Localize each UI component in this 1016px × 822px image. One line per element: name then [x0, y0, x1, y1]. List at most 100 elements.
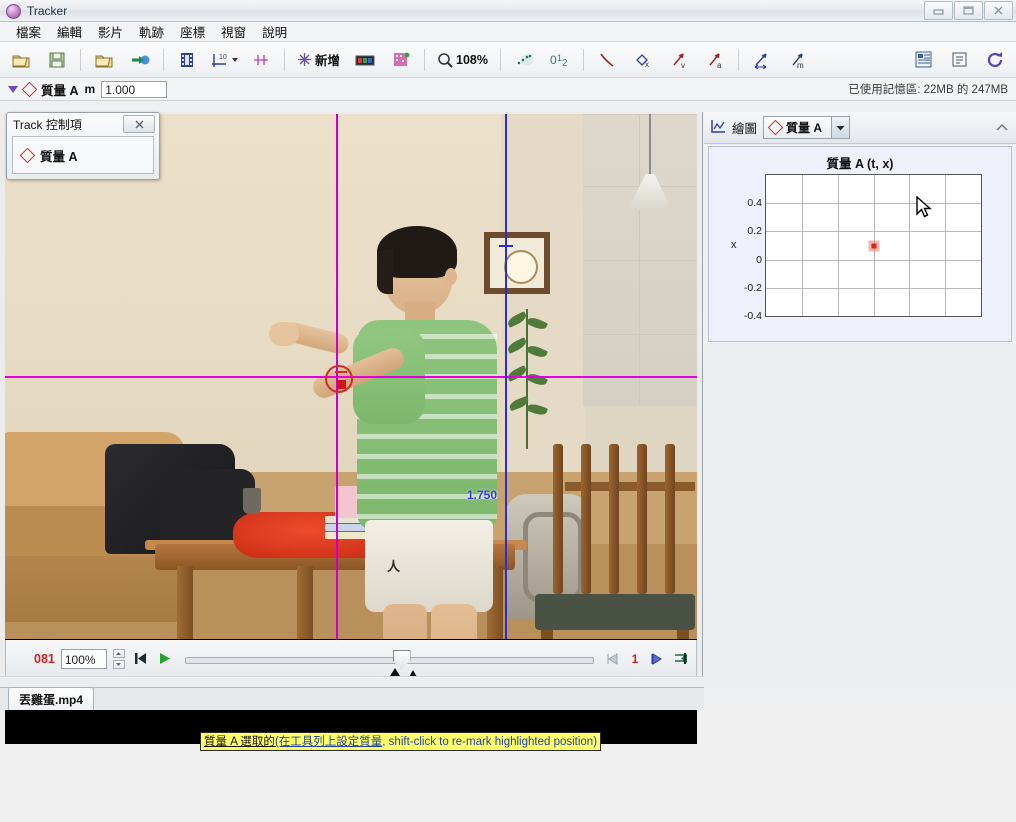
chart-ytick-4: -0.4 [743, 310, 762, 322]
close-icon[interactable] [984, 1, 1013, 20]
go-to-start-button[interactable] [131, 649, 149, 669]
chart-ytick-1: 0.2 [747, 225, 762, 238]
plot-track-name: 質量 A [786, 121, 823, 135]
notes-icon[interactable] [942, 45, 976, 75]
calibration-icon[interactable] [244, 45, 278, 75]
calibration-tick [499, 245, 513, 247]
video-zoom-input[interactable]: 100% [60, 648, 107, 669]
zoom-value-label: 108% [456, 52, 488, 67]
plot-collapse-icon[interactable] [994, 120, 1010, 136]
step-size-label[interactable]: 1 [628, 652, 642, 666]
video-image[interactable]: 人 1.750 [5, 114, 697, 639]
window-title: Tracker [27, 3, 68, 18]
video-scene: 人 1.750 [5, 114, 697, 639]
maximize-icon[interactable] [954, 1, 983, 20]
zoom-control[interactable]: 108% [431, 45, 494, 75]
video-panel: 人 1.750 質量 A 選取的(在工具列上設定質量, shift-click … [0, 112, 703, 751]
chart-title: 質量 A (t, x) [826, 157, 894, 171]
diamond-icon [21, 81, 38, 97]
video-filmstrip-icon[interactable] [170, 45, 204, 75]
wooden-chair [525, 444, 695, 639]
mass-vector-icon[interactable]: m [781, 45, 815, 75]
zoom-stepper-up[interactable] [112, 648, 125, 658]
position-vector-icon[interactable]: x [626, 45, 660, 75]
timeline-track[interactable] [184, 656, 594, 664]
svg-text:v: v [681, 61, 685, 69]
menu-file[interactable]: 檔案 [8, 20, 49, 43]
expander-triangle-icon[interactable] [8, 85, 18, 93]
new-track-label: 新增 [315, 54, 341, 68]
chart-ytick-3: -0.2 [743, 281, 762, 294]
mass-input[interactable]: 1.000 [101, 80, 168, 98]
chevron-down-icon[interactable] [831, 117, 850, 138]
track-control-close-icon[interactable] [123, 115, 155, 133]
svg-text:0: 0 [550, 53, 557, 67]
timeline-thumb[interactable] [392, 649, 411, 670]
track-properties-row: 質量 A m 1.000 已使用記憶區: 22MB 的 247MB [0, 78, 1016, 101]
numbers-icon[interactable]: 012 [543, 45, 577, 75]
menu-track[interactable]: 軌跡 [131, 20, 172, 43]
chevron-down-icon[interactable] [232, 57, 238, 62]
chart-ytick-0: 0.4 [747, 197, 762, 210]
svg-text:2: 2 [562, 58, 568, 68]
memory-usage-label: 已使用記憶區: 22MB 的 247MB [848, 84, 1008, 96]
svg-text:a: a [717, 61, 722, 69]
plot-area[interactable]: 質量 A (t, x) x 0.4 0.2 0 -0.2 -0.4 [708, 146, 1012, 342]
track-control-item[interactable]: 質量 A [12, 136, 154, 174]
video-zoom-stepper[interactable] [112, 648, 125, 669]
step-back-button[interactable] [604, 649, 622, 669]
autotracker-icon[interactable] [384, 45, 418, 75]
zoom-stepper-down[interactable] [112, 659, 125, 669]
velocity-vector-icon[interactable]: v [662, 45, 696, 75]
chart-ylabel: x [731, 239, 737, 251]
position-marker[interactable] [337, 380, 346, 389]
plot-track-selector[interactable]: 質量 A [763, 116, 851, 139]
export-icon[interactable] [123, 45, 157, 75]
loop-button[interactable] [672, 649, 690, 669]
acceleration-vector-icon[interactable]: a [698, 45, 732, 75]
calibration-line[interactable] [505, 114, 507, 639]
svg-text:10: 10 [219, 54, 227, 61]
chart-data-point[interactable] [868, 240, 879, 251]
track-control-track-name: 質量 A [40, 149, 78, 164]
menu-window[interactable]: 視窗 [213, 20, 254, 43]
menu-help[interactable]: 說明 [254, 20, 295, 43]
open-library-icon[interactable] [87, 45, 121, 75]
mouse-cursor [916, 195, 934, 223]
chart-plot-grid[interactable]: 0.4 0.2 0 -0.2 -0.4 [744, 174, 982, 322]
refresh-icon[interactable] [978, 45, 1012, 75]
play-button[interactable] [155, 649, 173, 669]
stretch-vector-icon[interactable] [745, 45, 779, 75]
menu-bar: 檔案 編輯 影片 軌跡 座標 視窗 說明 [0, 22, 1016, 42]
axes-icon[interactable]: 10 [206, 45, 242, 75]
menu-video[interactable]: 影片 [90, 20, 131, 43]
track-visibility-icon[interactable] [348, 45, 382, 75]
main-toolbar: 10 新增 108% 012 x v a m [0, 42, 1016, 78]
diamond-icon [19, 147, 36, 163]
track-name-label: 質量 A [41, 83, 79, 98]
file-tab[interactable]: 丟雞蛋.mp4 [8, 687, 95, 710]
title-bar: Tracker [0, 0, 1016, 22]
data-table-icon[interactable] [906, 45, 940, 75]
track-control-panel: Track 控制項 質量 A [6, 112, 160, 180]
video-timeline-slider[interactable] [184, 649, 594, 677]
save-icon[interactable] [40, 45, 74, 75]
file-tab-bar: 丟雞蛋.mp4 [0, 687, 704, 710]
menu-edit[interactable]: 編輯 [49, 20, 90, 43]
tooltip-part-3: , shift-click to re-mark highlighted pos… [382, 736, 598, 748]
diamond-icon [767, 119, 784, 136]
minimize-icon[interactable] [924, 1, 953, 20]
step-forward-button[interactable] [648, 649, 666, 669]
timeline-marker-in[interactable] [390, 667, 401, 676]
tracker-application-window: Tracker 檔案 編輯 影片 軌跡 座標 視窗 說明 10 新增 108% … [0, 0, 1016, 751]
frame-number-label: 081 [34, 651, 55, 666]
curve-icon[interactable] [590, 45, 624, 75]
open-folder-icon[interactable] [4, 45, 38, 75]
window-buttons [923, 1, 1016, 20]
menu-coords[interactable]: 座標 [172, 20, 213, 43]
svg-text:m: m [797, 61, 804, 69]
tracker-ball-icon [5, 3, 21, 19]
new-track-button[interactable]: 新增 [291, 45, 346, 75]
right-panel-column: 繪圖 質量 A 質量 A (t, x) x 0.4 0.2 0 -0.2 -0.… [704, 112, 1016, 687]
point-cloud-icon[interactable] [507, 45, 541, 75]
